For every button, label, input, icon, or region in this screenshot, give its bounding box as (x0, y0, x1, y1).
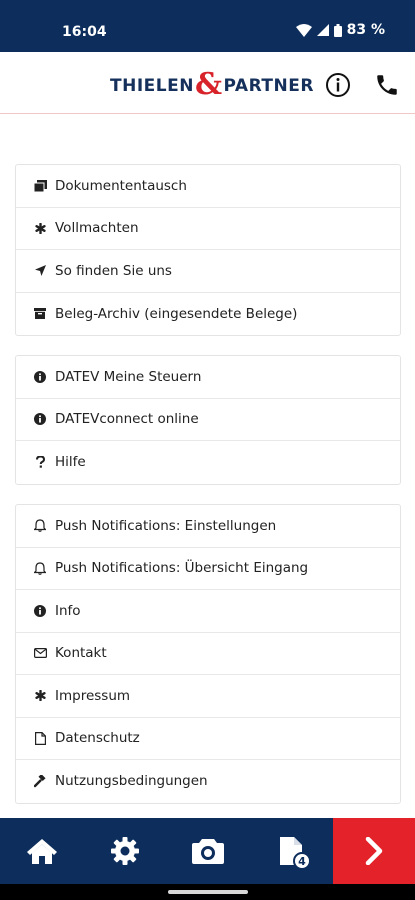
menu-item-label: Datenschutz (55, 730, 140, 747)
camera-icon (191, 839, 224, 864)
envelope-icon (33, 646, 47, 660)
archive-icon (33, 307, 47, 321)
menu-item-kontakt[interactable]: Kontakt (16, 633, 400, 675)
status-bar: 16:04 83 % (0, 0, 415, 52)
menu-item-label: Push Notifications: Einstellungen (55, 517, 277, 534)
menu-item-dokumententausch[interactable]: Dokumententausch (16, 165, 400, 208)
menu-item-label: Vollmachten (55, 220, 139, 237)
wifi-icon (295, 23, 312, 37)
menu-item-label: Dokumententausch (55, 177, 187, 194)
company-logo: THIELEN & PARTNER (110, 67, 314, 102)
logo-text-thielen: THIELEN (110, 76, 194, 96)
menu-section-2: DATEV Meine Steuern DATEVconnect online … (15, 355, 401, 485)
bell-icon (33, 519, 47, 533)
menu-item-label: DATEV Meine Steuern (55, 368, 202, 385)
chevron-right-icon (365, 837, 383, 865)
phone-icon[interactable] (374, 72, 400, 98)
nav-home-button[interactable] (0, 818, 83, 884)
nav-settings-button[interactable] (83, 818, 166, 884)
home-indicator[interactable] (168, 890, 248, 894)
menu-item-push-einstellungen[interactable]: Push Notifications: Einstellungen (16, 505, 400, 548)
info-circle-icon[interactable] (325, 72, 351, 98)
menu-item-label: Impressum (55, 687, 131, 704)
nav-next-button[interactable] (333, 818, 415, 884)
menu-item-vollmachten[interactable]: Vollmachten (16, 208, 400, 250)
battery-icon (333, 23, 342, 37)
status-time: 16:04 (62, 24, 107, 40)
status-icons: 83 % (295, 22, 385, 38)
info-circle-icon (33, 370, 47, 384)
gear-icon (110, 837, 139, 865)
menu-item-label: DATEVconnect online (55, 411, 199, 428)
info-circle-icon (33, 604, 47, 618)
menu-item-beleg-archiv[interactable]: Beleg-Archiv (eingesendete Belege) (16, 293, 400, 336)
signal-icon (316, 24, 329, 36)
battery-percentage: 83 % (346, 22, 385, 38)
bell-icon (33, 561, 47, 575)
location-arrow-icon (33, 264, 47, 278)
menu-item-datev-meine-steuern[interactable]: DATEV Meine Steuern (16, 356, 400, 399)
menu-item-push-uebersicht[interactable]: Push Notifications: Übersicht Eingang (16, 548, 400, 590)
menu-item-so-finden-sie-uns[interactable]: So finden Sie uns (16, 250, 400, 293)
question-icon (33, 455, 47, 469)
menu-item-label: Nutzungsbedingungen (55, 773, 208, 790)
documents-count-badge: 4 (293, 852, 311, 870)
menu-section-1: Dokumententausch Vollmachten So finden S… (15, 164, 401, 336)
documents-icon (33, 179, 47, 193)
gavel-icon (33, 774, 47, 788)
logo-ampersand: & (194, 67, 223, 102)
menu-item-nutzungsbedingungen[interactable]: Nutzungsbedingungen (16, 760, 400, 803)
bottom-navigation: 4 (0, 818, 415, 884)
nav-camera-button[interactable] (166, 818, 249, 884)
menu-item-hilfe[interactable]: Hilfe (16, 441, 400, 484)
menu-item-datevconnect-online[interactable]: DATEVconnect online (16, 399, 400, 441)
document-badge-icon: 4 (279, 836, 311, 870)
file-icon (33, 731, 47, 745)
asterisk-icon (33, 221, 47, 235)
menu-item-label: Info (55, 602, 81, 619)
home-icon (26, 839, 57, 864)
info-circle-icon (33, 412, 47, 426)
menu-item-label: Kontakt (55, 645, 107, 662)
nav-documents-button[interactable]: 4 (249, 818, 333, 884)
app-header: THIELEN & PARTNER (0, 52, 415, 114)
menu-item-info[interactable]: Info (16, 590, 400, 633)
menu-item-datenschutz[interactable]: Datenschutz (16, 718, 400, 760)
menu-item-impressum[interactable]: Impressum (16, 675, 400, 718)
menu-item-label: Push Notifications: Übersicht Eingang (55, 560, 309, 577)
menu-section-3: Push Notifications: Einstellungen Push N… (15, 504, 401, 804)
menu-item-label: Hilfe (55, 454, 86, 471)
gesture-bar (0, 884, 415, 900)
menu-item-label: Beleg-Archiv (eingesendete Belege) (55, 305, 298, 322)
menu-item-label: So finden Sie uns (55, 262, 172, 279)
asterisk-icon (33, 689, 47, 703)
logo-text-partner: PARTNER (223, 76, 314, 96)
